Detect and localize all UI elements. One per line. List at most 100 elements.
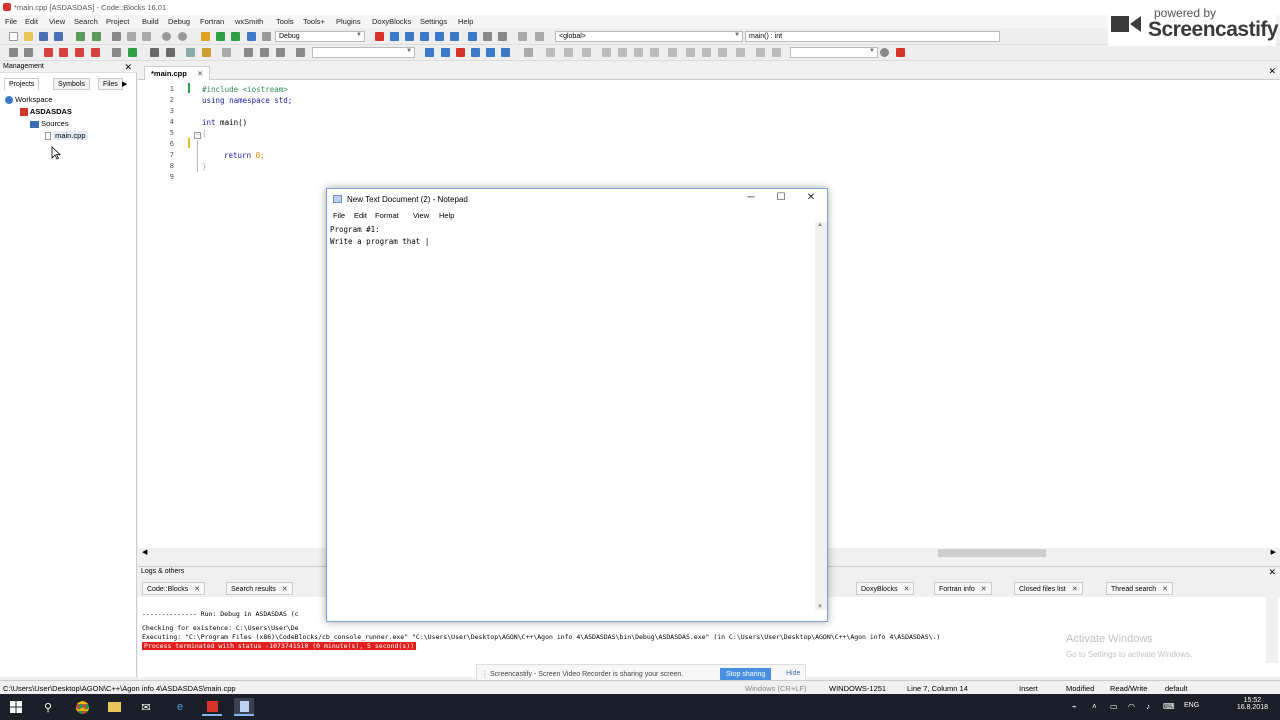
copy-icon[interactable] [127,32,136,41]
comment-icon[interactable] [150,48,159,57]
battery-icon[interactable]: ▭ [1110,702,1118,711]
search-combo[interactable]: ▼ [312,47,415,58]
next-icon[interactable] [260,48,269,57]
find-prev-icon[interactable] [425,48,434,57]
replace-icon[interactable] [178,32,187,41]
tab-files[interactable]: Files [98,78,123,90]
redo-icon[interactable] [92,32,101,41]
panel-6-icon[interactable] [634,48,643,57]
menu-wxsmith[interactable]: wxSmith [235,17,263,26]
generate-doc-icon[interactable] [202,48,211,57]
tab-fortran-info[interactable]: Fortran info ✕ [934,582,992,595]
notepad-menu-edit[interactable]: Edit [354,211,367,220]
language-indicator[interactable]: ENG [1184,702,1199,709]
panel-11-icon[interactable] [718,48,727,57]
tree-workspace[interactable]: Workspace [5,95,52,105]
menu-edit[interactable]: Edit [25,17,38,26]
network-tray-icon[interactable]: ⌁ [1072,702,1077,711]
symbol-combo[interactable]: ▼ [790,47,878,58]
toggle-bookmark-icon[interactable] [44,48,53,57]
close-icon[interactable]: ✕ [282,586,288,593]
debug-stop-icon[interactable] [498,32,507,41]
notepad-title-bar[interactable]: New Text Document (2) - Notepad ─ ☐ ✕ [327,189,827,209]
prev-icon[interactable] [244,48,253,57]
panel-icon[interactable] [546,48,555,57]
cut-icon[interactable] [112,32,121,41]
tab-closed-files[interactable]: Closed files list ✕ [1014,582,1083,595]
codeblocks-taskbar-icon[interactable] [202,698,222,716]
highlight-icon[interactable] [456,48,465,57]
tree-sources-folder[interactable]: Sources [30,119,69,128]
close-icon[interactable]: ✕ [197,69,203,78]
panel-8-icon[interactable] [668,48,677,57]
notepad-taskbar-icon[interactable] [234,698,254,716]
panel-3-icon[interactable] [582,48,591,57]
close-icon[interactable]: ✕ [194,586,200,593]
menu-debug[interactable]: Debug [168,17,190,26]
menu-project[interactable]: Project [106,17,129,26]
notepad-text-area[interactable]: Program #1: Write a program that | [330,224,810,604]
save-icon[interactable] [39,32,48,41]
scope-select[interactable]: <global> ▼ [555,31,743,42]
hide-button[interactable]: Hide [786,670,800,677]
menu-settings[interactable]: Settings [420,17,447,26]
tab-symbols[interactable]: Symbols [53,78,90,90]
rebuild-icon[interactable] [247,32,256,41]
debug-step-out-icon[interactable] [435,32,444,41]
menu-plugins[interactable]: Plugins [336,17,361,26]
debug-windows-icon[interactable] [518,32,527,41]
layout-icon[interactable] [524,48,533,57]
tab-thread-search[interactable]: Thread search ✕ [1106,582,1174,595]
notepad-vertical-scrollbar[interactable]: ▲ ▼ [815,222,827,610]
menu-doxyblocks[interactable]: DoxyBlocks [372,17,411,26]
find-icon[interactable] [162,32,171,41]
tab-projects[interactable]: Projects [4,78,40,90]
chevron-up-icon[interactable]: ˄ [1092,702,1097,711]
file-explorer-icon[interactable] [104,698,124,716]
panel-10-icon[interactable] [702,48,711,57]
panel-4-icon[interactable] [602,48,611,57]
menu-view[interactable]: View [49,17,65,26]
menu-build[interactable]: Build [142,17,159,26]
wizard-icon[interactable] [222,48,231,57]
debug-next-line-icon[interactable] [405,32,414,41]
tree-file-main[interactable]: main.cpp [45,131,88,141]
debug-pause-icon[interactable] [483,32,492,41]
taskbar-clock[interactable]: 15:52 16.8.2018 [1237,697,1268,711]
menu-file[interactable]: File [5,17,17,26]
jump-back-icon[interactable] [9,48,18,57]
panel-13-icon[interactable] [756,48,765,57]
close-icon[interactable]: ✕ [801,192,821,206]
debug-step-into-icon[interactable] [420,32,429,41]
tab-main-cpp[interactable]: *main.cpp ✕ [144,66,211,80]
uncomment-icon[interactable] [166,48,175,57]
scroll-up-icon[interactable]: ▲ [817,222,823,228]
build-icon[interactable] [201,32,210,41]
mail-icon[interactable]: ✉ [136,698,156,716]
minimize-icon[interactable]: ─ [741,192,761,206]
match-case-icon[interactable] [486,48,495,57]
close-icon[interactable]: ✕ [981,586,987,593]
edge-icon[interactable]: e [170,698,190,716]
open-folder-icon[interactable] [24,32,33,41]
chrome-icon[interactable] [72,698,92,716]
panel-12-icon[interactable] [736,48,745,57]
windows-start-icon[interactable] [6,698,26,716]
panel-9-icon[interactable] [686,48,695,57]
new-file-icon[interactable] [9,32,18,41]
menu-tools-plus[interactable]: Tools+ [303,17,325,26]
panel-7-icon[interactable] [650,48,659,57]
prev-bookmark-icon[interactable] [59,48,68,57]
menu-help[interactable]: Help [458,17,473,26]
notepad-menu-file[interactable]: File [333,211,345,220]
close-icon[interactable]: ✕ [1162,586,1168,593]
undo-icon[interactable] [76,32,85,41]
close-icon[interactable]: ✕ [904,586,910,593]
scroll-left-icon[interactable]: ◀ [142,548,147,556]
tree-project[interactable]: ASDASDAS [20,107,72,117]
find-next-icon[interactable] [441,48,450,57]
jump-forward-icon[interactable] [24,48,33,57]
scroll-right-icon[interactable]: ▶ [1271,548,1276,556]
run-search-icon[interactable] [128,48,137,57]
debug-continue-icon[interactable] [375,32,384,41]
